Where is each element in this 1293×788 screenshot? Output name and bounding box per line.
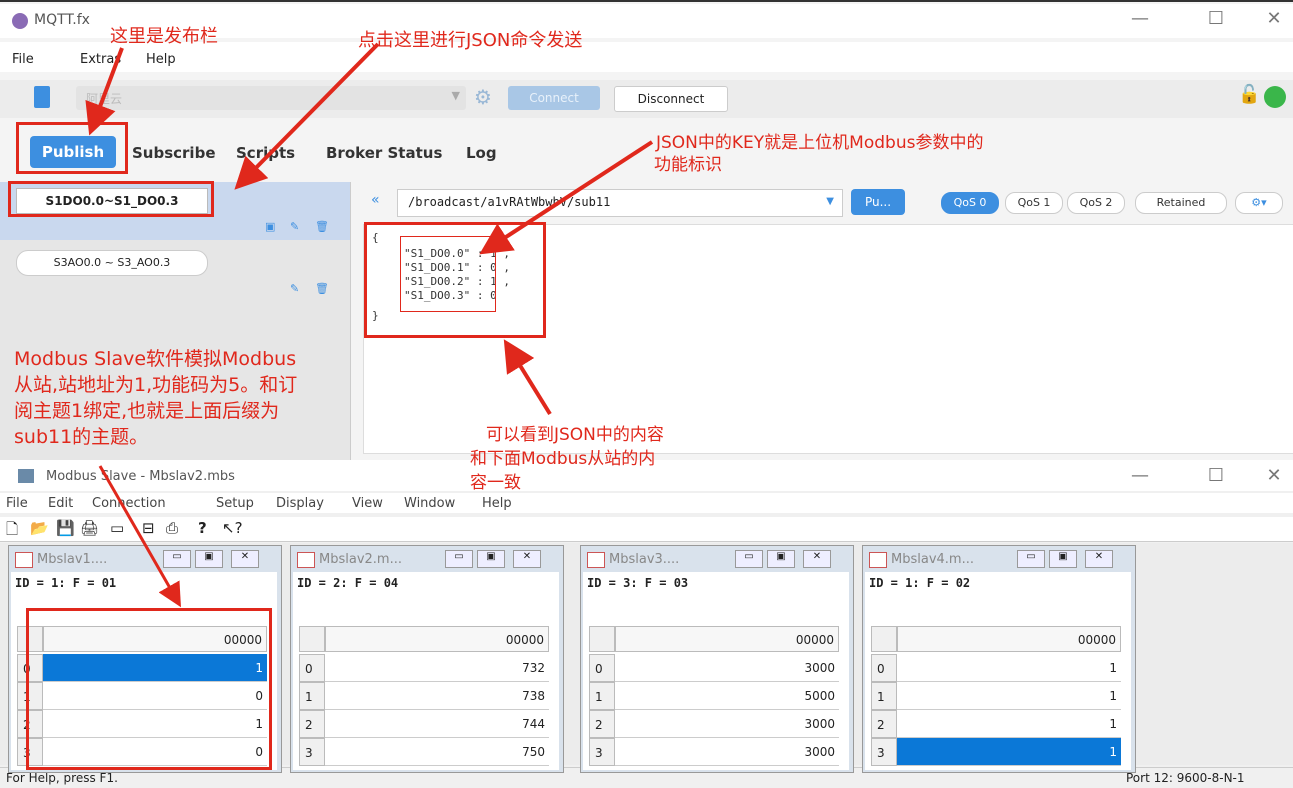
annotation-consistent-2: 容一致 xyxy=(470,473,521,493)
arrow xyxy=(234,42,380,190)
arrow xyxy=(85,47,124,136)
annotation-consistent-1: 和下面Modbus从站的内 xyxy=(470,449,656,469)
annotation-click-send: 点击这里进行JSON命令发送 xyxy=(358,30,583,51)
annotation-modbus-note-3: sub11的主题。 xyxy=(14,426,149,448)
annotation-modbus-note-1: 从站,站地址为1,功能码为5。和订 xyxy=(14,374,298,396)
arrow xyxy=(98,465,181,608)
arrow xyxy=(479,140,654,255)
annotation-modbus-note-2: 阅主题1绑定,也就是上面后缀为 xyxy=(14,400,280,422)
arrow xyxy=(503,339,552,416)
annotation-consistent-0: 可以看到JSON中的内容 xyxy=(486,425,664,445)
annotation-json-key-2: 功能标识 xyxy=(654,155,722,175)
annotation-modbus-note-0: Modbus Slave软件模拟Modbus xyxy=(14,348,297,370)
annotation-publish-bar: 这里是发布栏 xyxy=(110,26,218,47)
